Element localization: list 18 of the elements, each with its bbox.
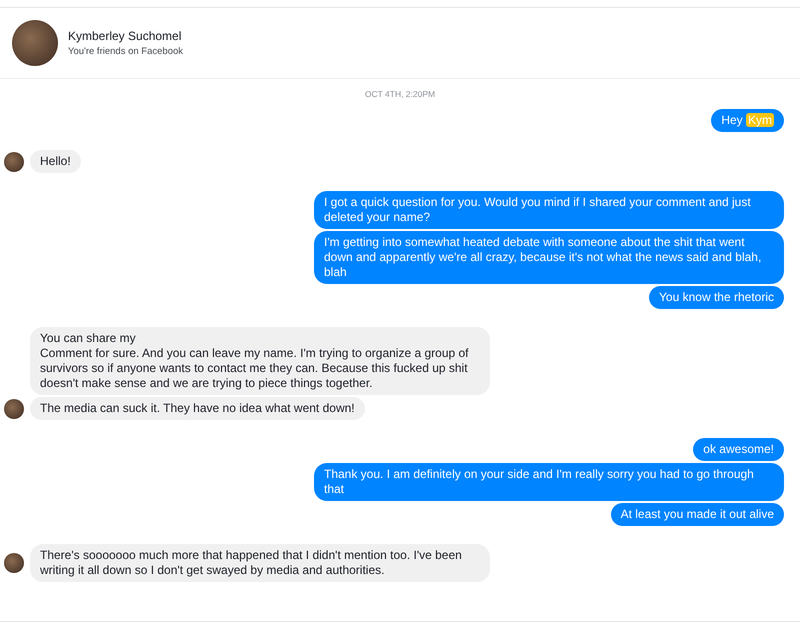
message-bubble: You can share my Comment for sure. And you can leave my name. I'm trying to organize a group of survivors so if anyone wants to contact me they can. Because this fucked up shit doesn't make sense and we are trying to piece things together.: [30, 327, 490, 395]
message-bubble: Thank you. I am definitely on your side and I'm really sorry you had to go through that: [314, 463, 784, 501]
message-bubble: There's sooooooo much more that happened that I didn't mention too. I've been writing it all down so I don't get swayed by media and authorities.: [30, 544, 490, 582]
timestamp: OCT 4TH, 2:20PM: [364, 89, 436, 99]
contact-subtitle: You're friends on Facebook: [68, 46, 184, 57]
avatar: [4, 398, 24, 418]
message-bubble: ok awesome!: [693, 438, 784, 461]
message-bubble: The media can suck it. They have no idea what went down!: [30, 397, 365, 420]
message-bubble: Hey Kym: [711, 109, 784, 132]
message-bubble: At least you made it out alive: [610, 503, 784, 526]
message-bubble: I'm getting into somewhat heated debate with someone about the shit that went down and apparently we're all crazy, because it's not what the news said and blah, blah: [314, 231, 784, 284]
message-bubble: Hello!: [30, 150, 81, 173]
message-bubble: You know the rhetoric: [649, 286, 784, 309]
contact-name: Kymberley Suchomel: [68, 29, 182, 43]
profile-photo-placeholder: [12, 20, 58, 66]
avatar: [4, 553, 24, 573]
avatar: [4, 152, 24, 172]
message-bubble: I got a quick question for you. Would you mind if I shared your comment and just deleted your name?: [314, 191, 784, 229]
